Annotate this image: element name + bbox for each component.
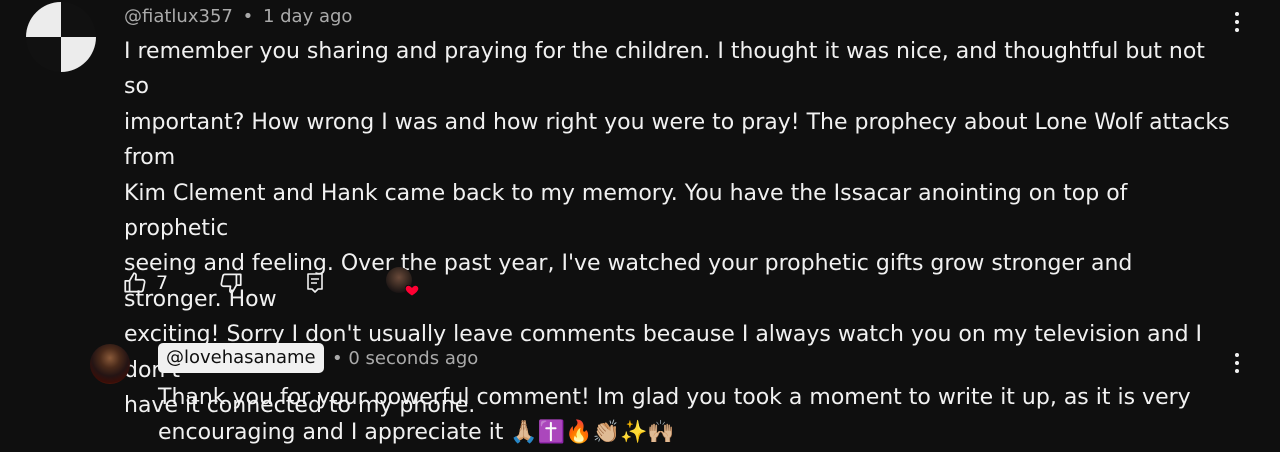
comment-time[interactable]: 1 day ago [263, 6, 352, 27]
thumbs-down-icon [220, 273, 242, 294]
creator-heart-icon [404, 284, 420, 297]
reply-body: Thank you for your powerful comment! Im … [158, 380, 1218, 450]
reply-avatar[interactable] [90, 344, 130, 384]
like-button[interactable]: 7 [122, 270, 168, 296]
reply-meta: • 0 seconds ago [332, 345, 478, 373]
creator-heart[interactable] [386, 267, 422, 301]
reply-author-chip[interactable]: @lovehasaname [158, 343, 324, 373]
reply-line: encouraging and I appreciate it 🙏🏼✝️🔥👏🏼✨… [158, 420, 675, 445]
more-vertical-icon[interactable] [1227, 349, 1247, 377]
reply-time[interactable]: 0 seconds ago [348, 348, 478, 369]
comment-author[interactable]: @fiatlux357 [124, 6, 233, 27]
like-count: 7 [156, 272, 169, 294]
comment-line: I remember you sharing and praying for t… [124, 39, 1205, 100]
comment-line: important? How wrong I was and how right… [124, 109, 1230, 171]
reply-comment-icon [307, 273, 323, 293]
comment-line: Kim Clement and Hank came back to my mem… [124, 180, 1128, 242]
reply-line: Thank you for your powerful comment! Im … [158, 385, 1191, 410]
meta-separator: • [332, 348, 343, 369]
comment-meta: @fiatlux357 • 1 day ago [124, 4, 352, 30]
thumbs-up-icon [124, 272, 146, 293]
meta-separator: • [242, 6, 254, 27]
dislike-button[interactable] [218, 270, 244, 296]
comment-actions: 7 [122, 268, 327, 298]
comment-thread: @fiatlux357 • 1 day ago I remember you s… [0, 0, 1280, 452]
reply-button[interactable] [303, 270, 327, 296]
commenter-avatar[interactable] [26, 2, 96, 72]
reply-author: @lovehasaname [166, 347, 316, 368]
more-vertical-icon[interactable] [1227, 8, 1247, 36]
